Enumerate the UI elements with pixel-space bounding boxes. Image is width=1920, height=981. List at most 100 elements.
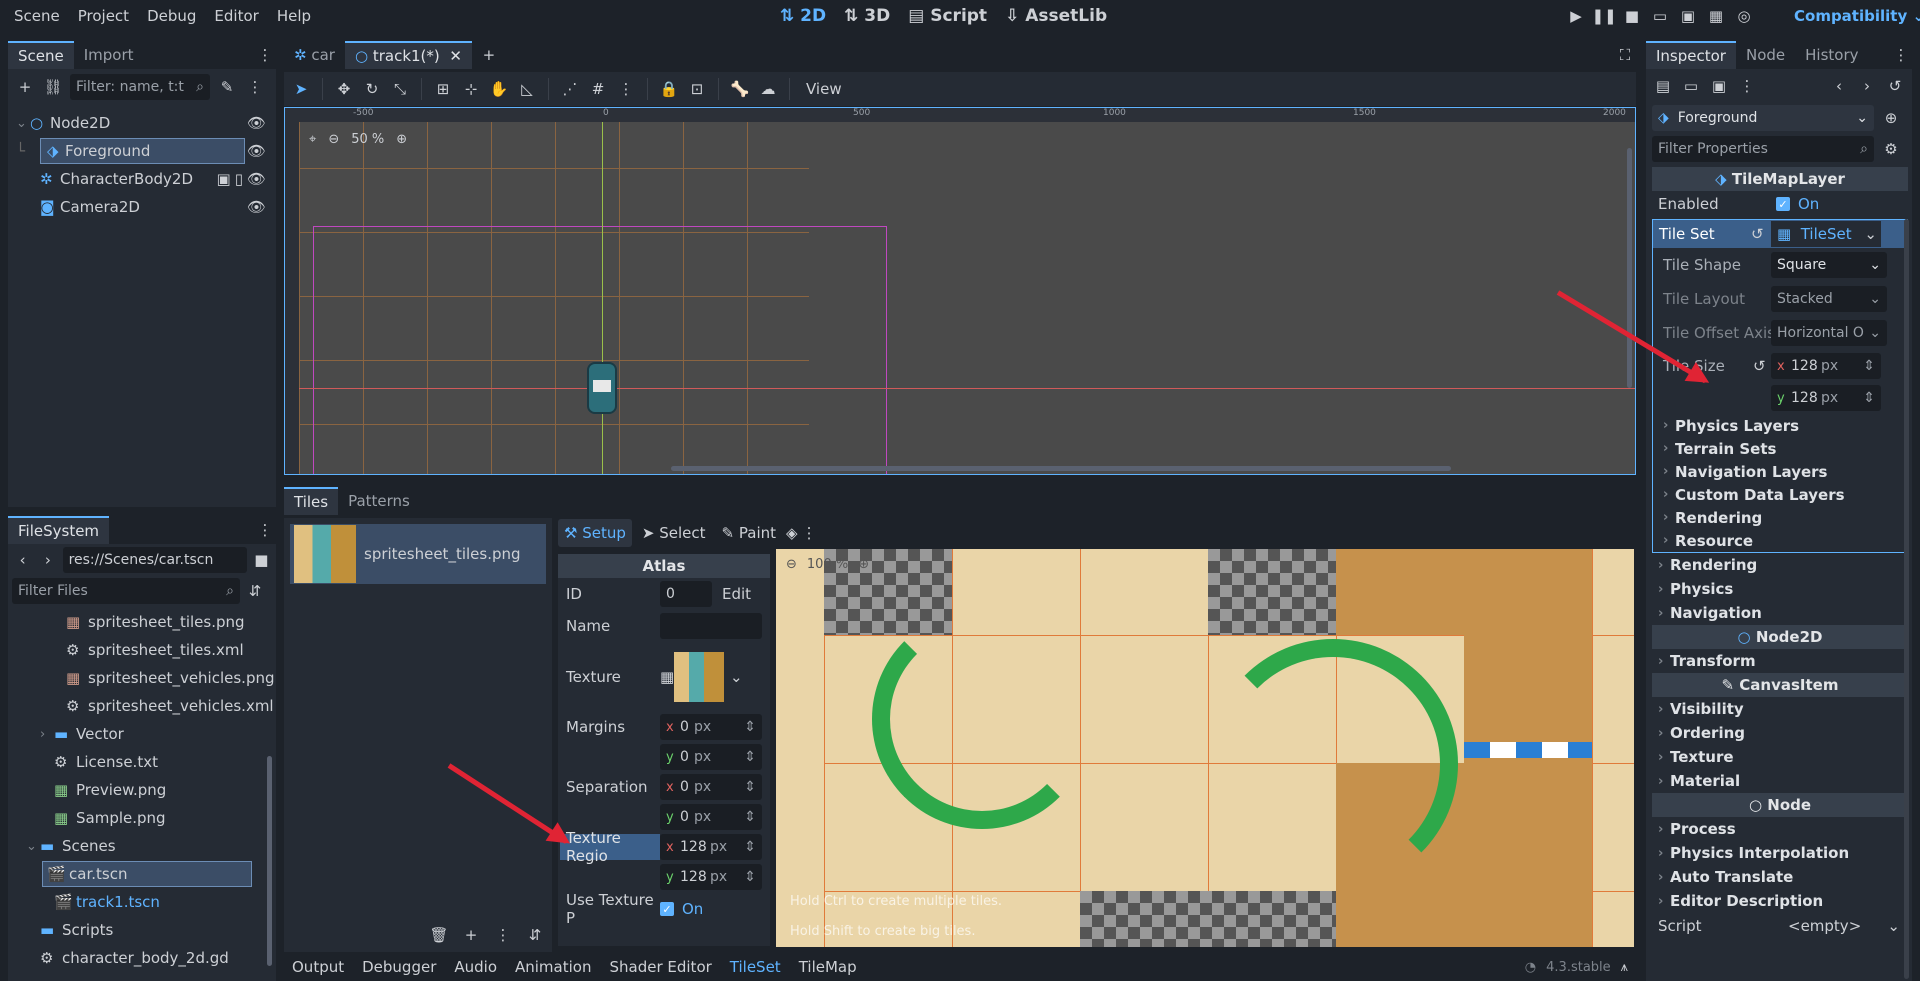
select-mode-button[interactable]: ➤ Select xyxy=(636,519,712,547)
filesystem-scrollbar[interactable] xyxy=(267,756,272,966)
chevron-down-icon[interactable]: ⌄ xyxy=(730,668,743,686)
group-ordering[interactable]: › Ordering xyxy=(1652,721,1908,745)
forward-icon[interactable]: › xyxy=(37,549,58,571)
group-texture[interactable]: › Texture xyxy=(1652,745,1908,769)
scene-tab-car[interactable]: ✲ car xyxy=(284,41,345,69)
view-menu[interactable]: View xyxy=(800,80,848,98)
pause-icon[interactable]: ❚❚ xyxy=(1591,5,1616,27)
play-scene-icon[interactable]: ▣ xyxy=(1677,5,1699,27)
split-view-icon[interactable]: ■ xyxy=(251,549,272,571)
object-selector[interactable]: ⬗ Foreground ⌄ xyxy=(1652,105,1874,131)
folder-item[interactable]: ⌄ ▬ Scenes xyxy=(8,832,276,860)
save-resource-icon[interactable]: ▣ xyxy=(1708,75,1730,97)
scene-filter-input[interactable]: Filter: name, t:t ⌕ xyxy=(70,74,210,100)
scene-tab-track1[interactable]: ○ track1(*) ✕ xyxy=(344,41,472,69)
zoom-in-icon[interactable]: ⊕ xyxy=(858,557,869,572)
more-icon[interactable]: ⋮ xyxy=(492,924,514,946)
dock-menu-icon[interactable]: ⋮ xyxy=(254,44,276,66)
file-item[interactable]: ⚙ spritesheet_vehicles.xml xyxy=(8,692,276,720)
revert-icon[interactable]: ↺ xyxy=(1753,357,1771,375)
separation-y-input[interactable]: y 0 px ⇕ xyxy=(660,804,762,830)
folder-item[interactable]: ▬ Scripts xyxy=(8,916,276,944)
tile-offset-select[interactable]: Horizontal O ⌄ xyxy=(1771,320,1887,346)
tile-size-y-input[interactable]: y 128 px ⇕ xyxy=(1771,385,1881,411)
group-rendering[interactable]: › Rendering xyxy=(1652,553,1908,577)
group-tileset-rendering[interactable]: › Rendering xyxy=(1653,506,1907,529)
chevron-down-icon[interactable]: ⌄ xyxy=(1887,917,1900,935)
zoom-out-icon[interactable]: ⊖ xyxy=(786,557,797,572)
atlas-view[interactable]: ⊖ 100 % ⊕ Hold Ctrl to create multiple t… xyxy=(776,549,1634,947)
checkbox-icon[interactable]: ✓ xyxy=(660,902,674,916)
texture-preview[interactable] xyxy=(674,652,724,702)
group-auto-translate[interactable]: › Auto Translate xyxy=(1652,865,1908,889)
name-input[interactable] xyxy=(660,613,762,639)
move-tool-icon[interactable]: ✥ xyxy=(333,78,355,100)
remote-debug-icon[interactable]: ▭ xyxy=(1649,5,1671,27)
tileset-resource-button[interactable]: ▦ TileSet ⌄ xyxy=(1771,221,1881,247)
tab-scene[interactable]: Scene xyxy=(8,41,74,69)
zoom-in-icon[interactable]: ⊕ xyxy=(396,132,407,147)
zoom-level[interactable]: 50 % xyxy=(351,132,384,147)
movie-maker-icon[interactable]: ◎ xyxy=(1733,5,1755,27)
workspace-2d[interactable]: ⇅ 2D xyxy=(780,6,826,26)
group-resource[interactable]: › Resource xyxy=(1653,529,1907,552)
tree-node-camera2d[interactable]: ◙ Camera2D 👁 xyxy=(16,193,276,221)
viewport[interactable]: -500 0 500 1000 1500 2000 ⌖ ⊖ 50 % ⊕ xyxy=(284,107,1636,475)
tab-filesystem[interactable]: FileSystem xyxy=(8,516,110,544)
car-sprite[interactable] xyxy=(587,362,617,414)
tab-tileset[interactable]: TileSet xyxy=(730,958,781,976)
file-item[interactable]: ⚙ License.txt xyxy=(8,748,276,776)
stop-icon[interactable]: ■ xyxy=(1621,5,1643,27)
tree-node-characterbody2d[interactable]: ✲ CharacterBody2D ▣ ▯ 👁 xyxy=(16,165,276,193)
group-physics-layers[interactable]: › Physics Layers xyxy=(1653,414,1907,437)
menu-project[interactable]: Project xyxy=(78,7,129,25)
visibility-icon[interactable]: 👁 xyxy=(247,170,266,188)
open-resource-icon[interactable]: ▭ xyxy=(1680,75,1702,97)
group-transform[interactable]: › Transform xyxy=(1652,649,1908,673)
bone-icon[interactable]: 🦴 xyxy=(729,78,751,100)
tree-node-foreground[interactable]: └ ⬗ Foreground 👁 xyxy=(16,137,276,165)
tile-layout-select[interactable]: Stacked ⌄ xyxy=(1771,286,1887,312)
tile-shape-select[interactable]: Square ⌄ xyxy=(1771,252,1887,278)
back-icon[interactable]: ‹ xyxy=(12,549,33,571)
atlas-zoom-level[interactable]: 100 % xyxy=(807,557,848,572)
menu-editor[interactable]: Editor xyxy=(214,7,258,25)
panel-toggle-icon[interactable]: ⩚ xyxy=(1621,960,1628,975)
group-physics[interactable]: › Physics xyxy=(1652,577,1908,601)
add-node-icon[interactable]: + xyxy=(14,76,36,98)
center-view-icon[interactable]: ⌖ xyxy=(309,132,316,147)
tab-tilemap[interactable]: TileMap xyxy=(799,958,857,976)
texture-region-y-input[interactable]: y 128 px ⇕ xyxy=(660,864,762,890)
tab-tiles[interactable]: Tiles xyxy=(284,487,339,515)
viewport-hscrollbar[interactable] xyxy=(671,466,1451,471)
play-icon[interactable]: ▶ xyxy=(1565,5,1587,27)
group-navigation-layers[interactable]: › Navigation Layers xyxy=(1653,460,1907,483)
margins-x-input[interactable]: x 0 px ⇕ xyxy=(660,714,762,740)
scale-tool-icon[interactable]: ⤡ xyxy=(389,78,411,100)
forward-icon[interactable]: › xyxy=(1856,75,1878,97)
select-tool-icon[interactable]: ➤ xyxy=(290,78,312,100)
workspace-script[interactable]: ▤ Script xyxy=(908,6,987,26)
id-input[interactable]: 0 xyxy=(660,581,712,607)
tab-debugger[interactable]: Debugger xyxy=(362,958,436,976)
tab-inspector[interactable]: Inspector xyxy=(1646,41,1736,69)
pan-tool-icon[interactable]: ✋ xyxy=(488,78,510,100)
group-physics-interpolation[interactable]: › Physics Interpolation xyxy=(1652,841,1908,865)
attach-script-icon[interactable]: ✎ xyxy=(216,76,238,98)
setup-mode-button[interactable]: ⚒ Setup xyxy=(558,519,632,547)
instance-icon[interactable]: ▣ xyxy=(217,170,231,188)
viewport-vscrollbar[interactable] xyxy=(1627,148,1632,388)
path-input[interactable]: res://Scenes/car.tscn xyxy=(62,547,247,573)
more-icon[interactable]: ⋮ xyxy=(1736,75,1758,97)
close-icon[interactable]: ✕ xyxy=(449,47,462,65)
menu-help[interactable]: Help xyxy=(277,7,311,25)
dock-menu-icon[interactable]: ⋮ xyxy=(254,519,276,541)
lock-icon[interactable]: 🔒 xyxy=(658,78,680,100)
rotate-tool-icon[interactable]: ↻ xyxy=(361,78,383,100)
tile-size-x-input[interactable]: x 128 px ⇕ xyxy=(1771,353,1881,379)
visibility-icon[interactable]: 👁 xyxy=(247,142,266,160)
group-visibility[interactable]: › Visibility xyxy=(1652,697,1908,721)
grid-snap-icon[interactable]: # xyxy=(587,78,609,100)
workspace-assetlib[interactable]: ⇩ AssetLib xyxy=(1005,6,1107,26)
file-item[interactable]: 🎬 track1.tscn xyxy=(8,888,276,916)
